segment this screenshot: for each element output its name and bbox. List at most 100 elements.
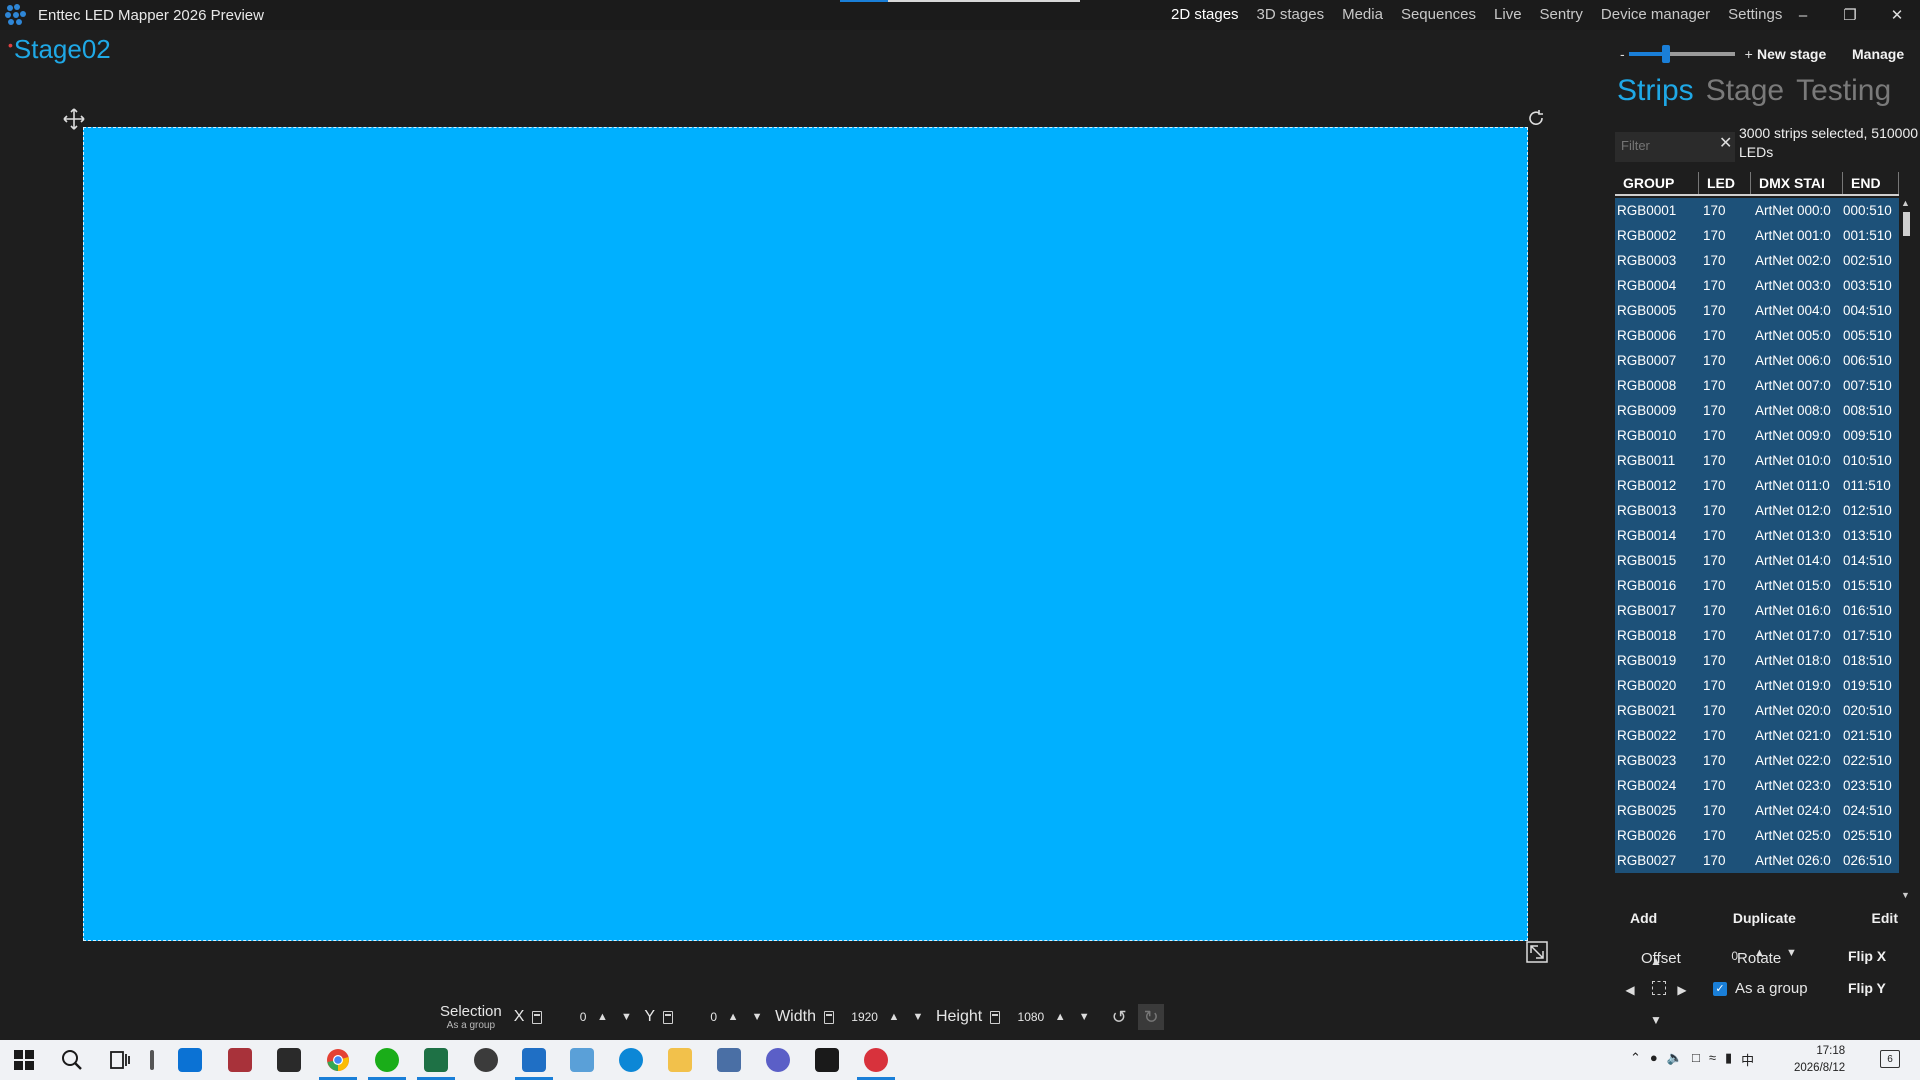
calculator-icon[interactable] xyxy=(717,1048,741,1072)
table-row[interactable]: RGB0004 170 ArtNet 003:0 003:510 xyxy=(1615,273,1899,298)
nudge-up-icon[interactable]: ▲ xyxy=(1646,951,1666,971)
table-row[interactable]: RGB0007 170 ArtNet 006:0 006:510 xyxy=(1615,348,1899,373)
as-group-checkbox[interactable]: ✓ As a group xyxy=(1713,980,1808,997)
duplicate-button[interactable]: Duplicate xyxy=(1717,904,1812,932)
notes-icon[interactable] xyxy=(277,1048,301,1072)
table-row[interactable]: RGB0008 170 ArtNet 007:0 007:510 xyxy=(1615,373,1899,398)
table-row[interactable]: RGB0025 170 ArtNet 024:0 024:510 xyxy=(1615,798,1899,823)
rotate-input[interactable]: 0 xyxy=(1710,949,1738,963)
display-icon[interactable]: □ xyxy=(1692,1050,1700,1069)
calculator-icon[interactable] xyxy=(532,1010,543,1024)
undo-icon[interactable]: ↺ xyxy=(1106,1004,1132,1030)
table-row[interactable]: RGB0011 170 ArtNet 010:0 010:510 xyxy=(1615,448,1899,473)
table-row[interactable]: RGB0017 170 ArtNet 016:0 016:510 xyxy=(1615,598,1899,623)
chevron-up-icon[interactable]: ⌃ xyxy=(1630,1050,1641,1069)
network-icon[interactable] xyxy=(474,1048,498,1072)
zoom-track[interactable] xyxy=(1628,45,1735,63)
chrome-icon[interactable] xyxy=(326,1048,350,1072)
calculator-icon[interactable] xyxy=(990,1010,1001,1024)
width-increment-icon[interactable]: ▲ xyxy=(882,1005,906,1029)
stage-canvas[interactable] xyxy=(83,127,1528,941)
tab-testing[interactable]: Testing xyxy=(1796,74,1891,108)
column-header-led[interactable]: LED xyxy=(1699,172,1751,194)
table-row[interactable]: RGB0005 170 ArtNet 004:0 004:510 xyxy=(1615,298,1899,323)
battery-icon[interactable]: ▮ xyxy=(1725,1050,1732,1069)
table-row[interactable]: RGB0003 170 ArtNet 002:0 002:510 xyxy=(1615,248,1899,273)
tab-strips[interactable]: Strips xyxy=(1617,74,1694,108)
table-row[interactable]: RGB0014 170 ArtNet 013:0 013:510 xyxy=(1615,523,1899,548)
flip-x-button[interactable]: Flip X xyxy=(1848,948,1886,964)
new-stage-button[interactable]: New stage xyxy=(1757,46,1826,62)
clock[interactable]: 17:18 2026/8/12 xyxy=(1794,1043,1845,1077)
table-row[interactable]: RGB0022 170 ArtNet 021:0 021:510 xyxy=(1615,723,1899,748)
wechat-icon[interactable] xyxy=(375,1048,399,1072)
table-row[interactable]: RGB0018 170 ArtNet 017:0 017:510 xyxy=(1615,623,1899,648)
nudge-down-icon[interactable]: ▼ xyxy=(1646,1010,1666,1030)
outlook-icon[interactable] xyxy=(522,1048,546,1072)
nudge-center-icon[interactable] xyxy=(1652,981,1666,995)
task-view-icon[interactable] xyxy=(108,1048,132,1072)
table-row[interactable]: RGB0002 170 ArtNet 001:0 001:510 xyxy=(1615,223,1899,248)
manage-button[interactable]: Manage xyxy=(1852,46,1904,62)
table-row[interactable]: RGB0009 170 ArtNet 008:0 008:510 xyxy=(1615,398,1899,423)
move-icon[interactable] xyxy=(63,108,85,130)
filter-input[interactable] xyxy=(1615,132,1715,159)
table-row[interactable]: RGB0010 170 ArtNet 009:0 009:510 xyxy=(1615,423,1899,448)
nav-sentry[interactable]: Sentry xyxy=(1540,6,1583,23)
zoom-out-icon[interactable]: - xyxy=(1620,46,1625,62)
close-icon[interactable]: ✕ xyxy=(1874,0,1920,30)
table-row[interactable]: RGB0012 170 ArtNet 011:0 011:510 xyxy=(1615,473,1899,498)
zoom-slider[interactable]: - + xyxy=(1620,44,1753,64)
nav-2d-stages[interactable]: 2D stages xyxy=(1171,6,1239,23)
table-scrollbar[interactable]: ▲ ▼ xyxy=(1900,198,1912,900)
y-input[interactable]: 0 xyxy=(677,1010,717,1024)
column-header-group[interactable]: GROUP xyxy=(1615,172,1699,194)
add-button[interactable]: Add xyxy=(1614,904,1673,932)
edge-icon[interactable] xyxy=(619,1048,643,1072)
teams-icon[interactable] xyxy=(766,1048,790,1072)
restore-icon[interactable]: ❐ xyxy=(1827,0,1873,30)
nav-device-manager[interactable]: Device manager xyxy=(1601,6,1710,23)
scroll-down-icon[interactable]: ▼ xyxy=(1901,890,1910,900)
redo-icon[interactable]: ↻ xyxy=(1138,1004,1165,1030)
clear-filter-icon[interactable]: ✕ xyxy=(1719,133,1732,153)
y-decrement-icon[interactable]: ▼ xyxy=(745,1005,769,1029)
pdf-icon[interactable] xyxy=(815,1048,839,1072)
table-row[interactable]: RGB0015 170 ArtNet 014:0 014:510 xyxy=(1615,548,1899,573)
rotate-icon[interactable] xyxy=(1526,108,1546,128)
filter-field[interactable] xyxy=(1615,132,1735,162)
table-row[interactable]: RGB0027 170 ArtNet 026:0 026:510 xyxy=(1615,848,1899,873)
zoom-in-icon[interactable]: + xyxy=(1745,46,1753,62)
height-decrement-icon[interactable]: ▼ xyxy=(1072,1005,1096,1029)
table-row[interactable]: RGB0006 170 ArtNet 005:0 005:510 xyxy=(1615,323,1899,348)
files-icon[interactable] xyxy=(178,1048,202,1072)
nav-media[interactable]: Media xyxy=(1342,6,1383,23)
edit-button[interactable]: Edit xyxy=(1856,904,1914,932)
search-icon[interactable] xyxy=(60,1048,84,1072)
excel-icon[interactable] xyxy=(424,1048,448,1072)
x-increment-icon[interactable]: ▲ xyxy=(590,1005,614,1029)
table-row[interactable]: RGB0020 170 ArtNet 019:0 019:510 xyxy=(1615,673,1899,698)
table-row[interactable]: RGB0016 170 ArtNet 015:0 015:510 xyxy=(1615,573,1899,598)
table-row[interactable]: RGB0023 170 ArtNet 022:0 022:510 xyxy=(1615,748,1899,773)
rotate-decrement-icon[interactable]: ▼ xyxy=(1786,947,1797,959)
remote-desktop-icon[interactable] xyxy=(570,1048,594,1072)
scroll-thumb[interactable] xyxy=(1903,212,1910,236)
zoom-thumb[interactable] xyxy=(1661,45,1670,63)
table-row[interactable]: RGB0024 170 ArtNet 023:0 023:510 xyxy=(1615,773,1899,798)
nav-settings[interactable]: Settings xyxy=(1728,6,1782,23)
rotate-increment-icon[interactable]: ▲ xyxy=(1754,947,1765,959)
column-header-end[interactable]: END xyxy=(1843,172,1899,194)
y-increment-icon[interactable]: ▲ xyxy=(721,1005,745,1029)
x-input[interactable]: 0 xyxy=(546,1010,587,1024)
nav-sequences[interactable]: Sequences xyxy=(1401,6,1476,23)
tab-stage[interactable]: Stage xyxy=(1706,74,1784,108)
table-row[interactable]: RGB0021 170 ArtNet 020:0 020:510 xyxy=(1615,698,1899,723)
flip-y-button[interactable]: Flip Y xyxy=(1848,980,1886,996)
microphone-icon[interactable]: ● xyxy=(1650,1050,1658,1069)
nav-live[interactable]: Live xyxy=(1494,6,1522,23)
volume-icon[interactable]: 🔈 xyxy=(1667,1050,1683,1069)
nav-3d-stages[interactable]: 3D stages xyxy=(1257,6,1325,23)
height-input[interactable]: 1080 xyxy=(1004,1010,1045,1024)
scroll-up-icon[interactable]: ▲ xyxy=(1901,198,1910,208)
